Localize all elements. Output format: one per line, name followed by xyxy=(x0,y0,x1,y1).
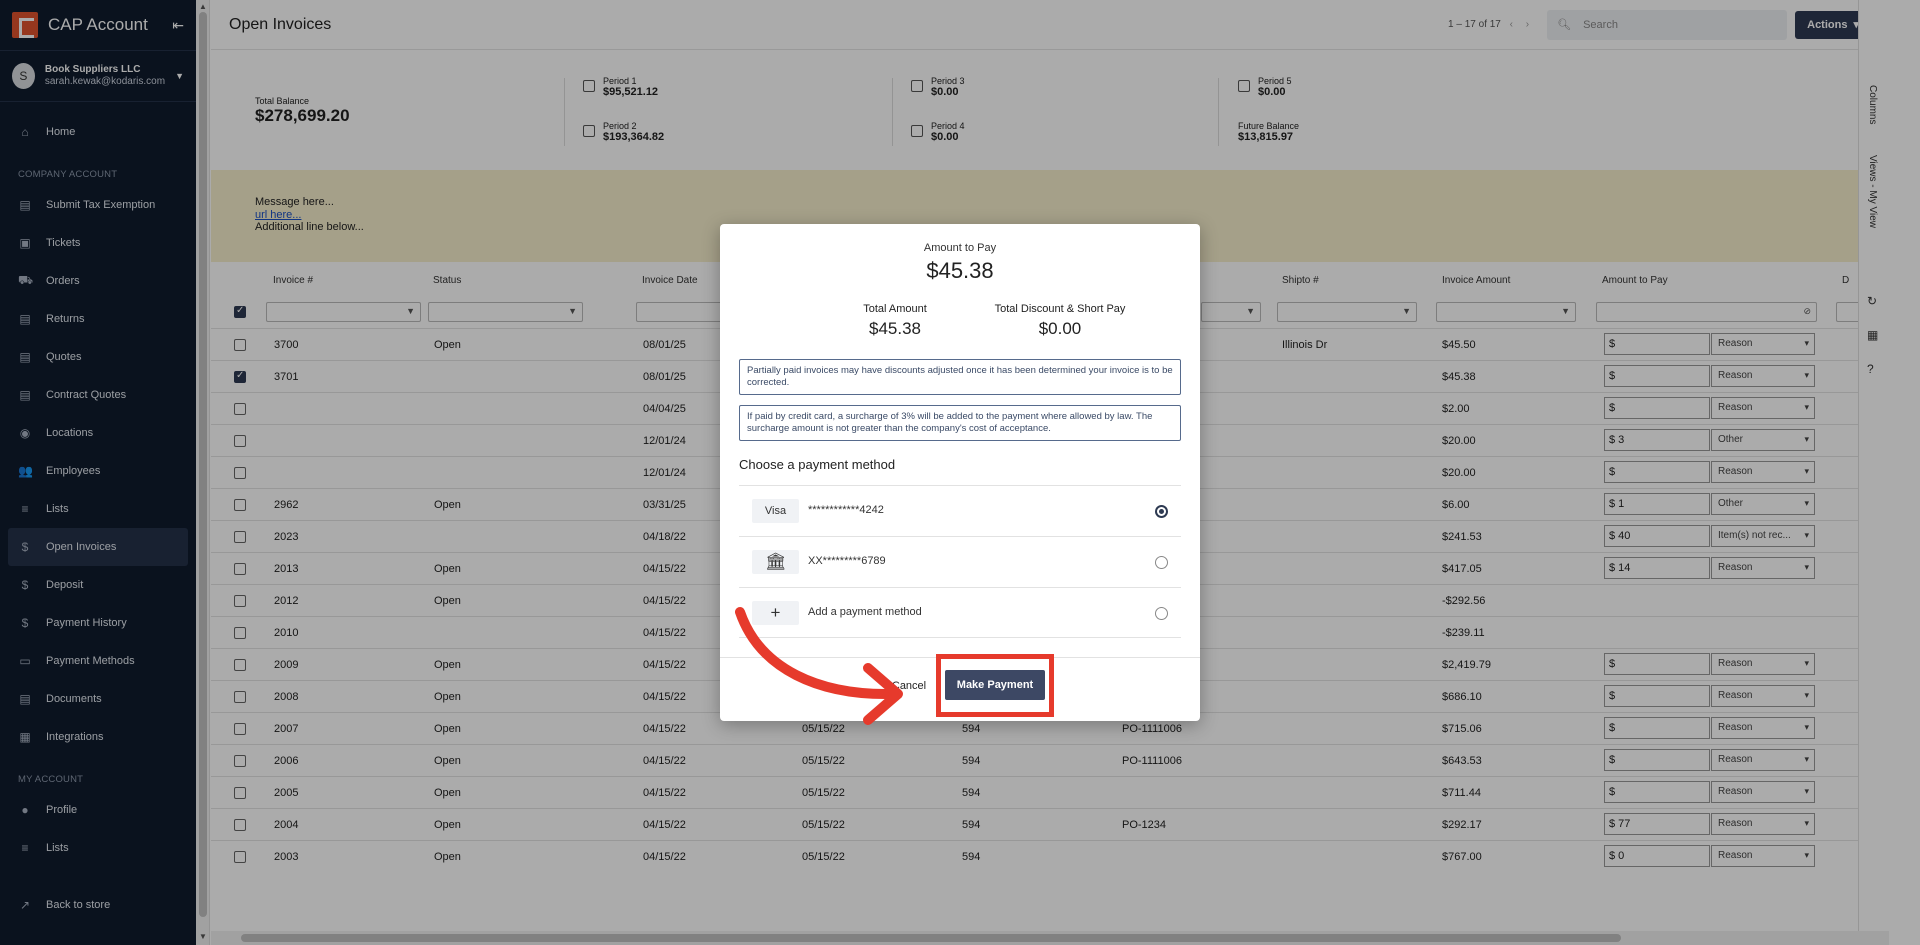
bank-icon: 🏛︎ xyxy=(752,550,799,574)
payment-method-bank[interactable]: 🏛︎ XX*********6789 xyxy=(739,536,1181,587)
card-number: ************4242 xyxy=(808,504,884,516)
radio-unselected[interactable] xyxy=(1155,607,1168,620)
payment-method-add[interactable]: + Add a payment method xyxy=(739,587,1181,638)
amount-to-pay: Amount to Pay $45.38 xyxy=(720,242,1200,284)
amount-to-pay-label: Amount to Pay xyxy=(923,242,997,254)
account-number: XX*********6789 xyxy=(808,555,886,567)
total-discount-value: $0.00 xyxy=(1038,319,1082,338)
total-amount-value: $45.38 xyxy=(869,319,921,338)
radio-selected[interactable] xyxy=(1155,505,1168,518)
plus-icon: + xyxy=(752,601,799,625)
surcharge-notice: If paid by credit card, a surcharge of 3… xyxy=(739,405,1181,441)
total-discount: Total Discount & Short Pay $0.00 xyxy=(970,303,1150,339)
choose-payment-label: Choose a payment method xyxy=(739,457,896,472)
total-amount-label: Total Amount xyxy=(863,303,927,315)
total-discount-label: Total Discount & Short Pay xyxy=(994,303,1126,315)
radio-unselected[interactable] xyxy=(1155,556,1168,569)
payment-method-visa[interactable]: Visa ************4242 xyxy=(739,485,1181,536)
partial-payment-notice: Partially paid invoices may have discoun… xyxy=(739,359,1181,395)
amount-to-pay-value: $45.38 xyxy=(926,258,994,283)
make-payment-button[interactable]: Make Payment xyxy=(945,670,1045,700)
total-amount: Total Amount $45.38 xyxy=(820,303,970,339)
cancel-button[interactable]: Cancel xyxy=(880,673,938,699)
payment-modal: Amount to Pay $45.38 Total Amount $45.38… xyxy=(720,224,1200,721)
visa-badge: Visa xyxy=(752,499,799,523)
add-payment-method-label: Add a payment method xyxy=(808,606,922,618)
